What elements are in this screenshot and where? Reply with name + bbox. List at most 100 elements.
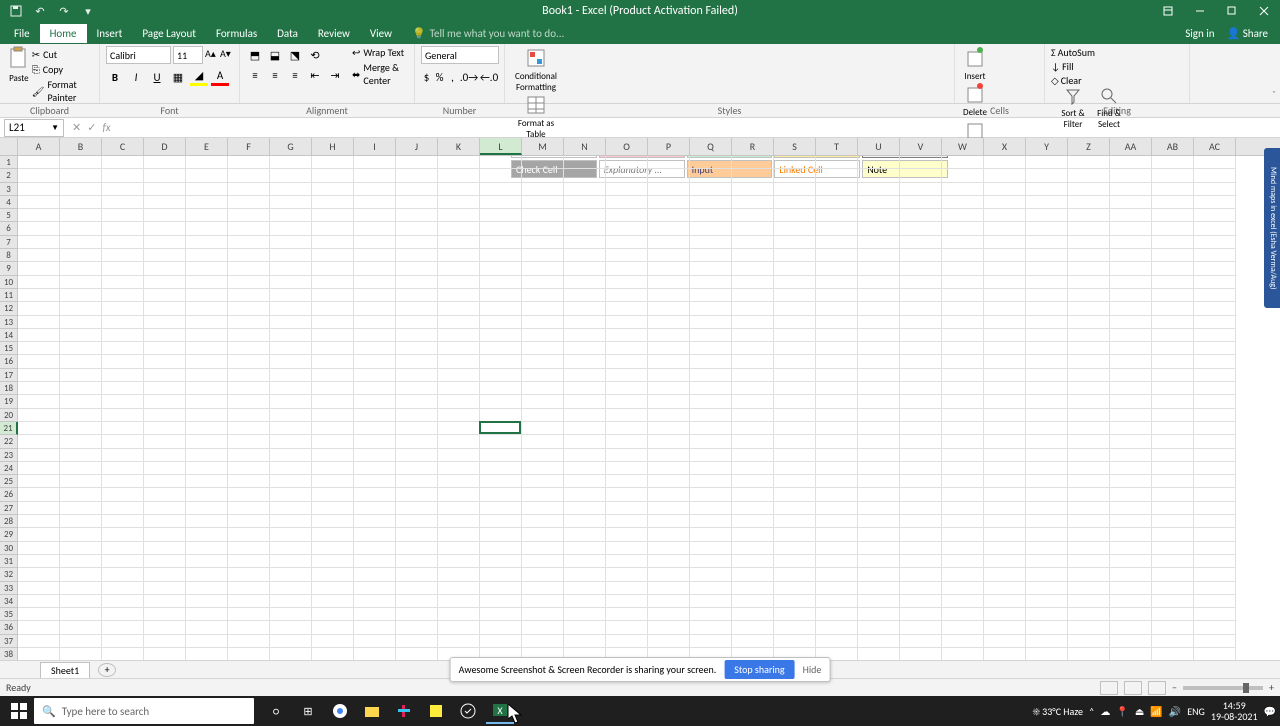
cell-AC20[interactable]	[1194, 409, 1236, 422]
cell-A34[interactable]	[18, 595, 60, 608]
cell-K3[interactable]	[438, 183, 480, 196]
cell-P22[interactable]	[648, 435, 690, 448]
cancel-formula-button[interactable]: ✕	[72, 121, 81, 134]
cell-V26[interactable]	[900, 488, 942, 501]
cell-X5[interactable]	[984, 209, 1026, 222]
cell-J17[interactable]	[396, 369, 438, 382]
cell-I37[interactable]	[354, 635, 396, 648]
row-header-5[interactable]: 5	[0, 209, 18, 222]
cell-I27[interactable]	[354, 502, 396, 515]
cell-A31[interactable]	[18, 555, 60, 568]
cell-AA1[interactable]	[1110, 156, 1152, 169]
cell-O19[interactable]	[606, 395, 648, 408]
cell-R1[interactable]	[732, 156, 774, 169]
cell-E22[interactable]	[186, 435, 228, 448]
cell-V38[interactable]	[900, 648, 942, 660]
cell-AB38[interactable]	[1152, 648, 1194, 660]
cell-I3[interactable]	[354, 183, 396, 196]
cell-X14[interactable]	[984, 329, 1026, 342]
cell-F35[interactable]	[228, 608, 270, 621]
cell-A23[interactable]	[18, 449, 60, 462]
cell-O9[interactable]	[606, 262, 648, 275]
cell-H23[interactable]	[312, 449, 354, 462]
cell-F14[interactable]	[228, 329, 270, 342]
cell-P9[interactable]	[648, 262, 690, 275]
cell-AB7[interactable]	[1152, 236, 1194, 249]
row-header-33[interactable]: 33	[0, 582, 18, 595]
cell-AC11[interactable]	[1194, 289, 1236, 302]
cell-W36[interactable]	[942, 621, 984, 634]
cell-AC30[interactable]	[1194, 542, 1236, 555]
row-header-22[interactable]: 22	[0, 435, 18, 448]
font-color-button[interactable]: A	[211, 68, 229, 86]
view-page-layout-button[interactable]	[1124, 681, 1142, 695]
cell-AA16[interactable]	[1110, 355, 1152, 368]
cell-C25[interactable]	[102, 475, 144, 488]
cell-AC7[interactable]	[1194, 236, 1236, 249]
row-header-32[interactable]: 32	[0, 568, 18, 581]
cell-L19[interactable]	[480, 395, 522, 408]
cell-M27[interactable]	[522, 502, 564, 515]
cell-J29[interactable]	[396, 528, 438, 541]
cell-T21[interactable]	[816, 422, 858, 435]
cell-M29[interactable]	[522, 528, 564, 541]
cell-K5[interactable]	[438, 209, 480, 222]
cell-S28[interactable]	[774, 515, 816, 528]
cell-X18[interactable]	[984, 382, 1026, 395]
cell-AB8[interactable]	[1152, 249, 1194, 262]
cell-U19[interactable]	[858, 395, 900, 408]
row-header-18[interactable]: 18	[0, 382, 18, 395]
cell-Q12[interactable]	[690, 302, 732, 315]
cell-AA36[interactable]	[1110, 621, 1152, 634]
cell-S13[interactable]	[774, 316, 816, 329]
cell-H27[interactable]	[312, 502, 354, 515]
cell-W7[interactable]	[942, 236, 984, 249]
cell-B24[interactable]	[60, 462, 102, 475]
cell-I33[interactable]	[354, 582, 396, 595]
cell-A38[interactable]	[18, 648, 60, 660]
cell-O22[interactable]	[606, 435, 648, 448]
cell-J4[interactable]	[396, 196, 438, 209]
cell-S35[interactable]	[774, 608, 816, 621]
cell-P13[interactable]	[648, 316, 690, 329]
cell-K35[interactable]	[438, 608, 480, 621]
increase-font-button[interactable]: A▴	[205, 47, 218, 63]
cell-H3[interactable]	[312, 183, 354, 196]
cell-K37[interactable]	[438, 635, 480, 648]
cell-AA2[interactable]	[1110, 169, 1152, 182]
cell-Z9[interactable]	[1068, 262, 1110, 275]
number-format-combo[interactable]	[421, 46, 499, 64]
cell-G36[interactable]	[270, 621, 312, 634]
cell-F5[interactable]	[228, 209, 270, 222]
cell-D1[interactable]	[144, 156, 186, 169]
cell-AA17[interactable]	[1110, 369, 1152, 382]
sheet-tab-sheet1[interactable]: Sheet1	[40, 662, 90, 678]
cell-N14[interactable]	[564, 329, 606, 342]
cell-W20[interactable]	[942, 409, 984, 422]
cell-X11[interactable]	[984, 289, 1026, 302]
cell-Y7[interactable]	[1026, 236, 1068, 249]
cell-N7[interactable]	[564, 236, 606, 249]
cell-A21[interactable]	[18, 422, 60, 435]
cell-AB21[interactable]	[1152, 422, 1194, 435]
cell-N20[interactable]	[564, 409, 606, 422]
cell-P35[interactable]	[648, 608, 690, 621]
cell-E1[interactable]	[186, 156, 228, 169]
cell-Y4[interactable]	[1026, 196, 1068, 209]
cell-M28[interactable]	[522, 515, 564, 528]
cell-V5[interactable]	[900, 209, 942, 222]
cell-B35[interactable]	[60, 608, 102, 621]
cell-U28[interactable]	[858, 515, 900, 528]
cell-Z23[interactable]	[1068, 449, 1110, 462]
cell-X34[interactable]	[984, 595, 1026, 608]
cell-AC15[interactable]	[1194, 342, 1236, 355]
cell-U16[interactable]	[858, 355, 900, 368]
cell-Z20[interactable]	[1068, 409, 1110, 422]
col-header-I[interactable]: I	[354, 138, 396, 155]
cell-S27[interactable]	[774, 502, 816, 515]
cell-T14[interactable]	[816, 329, 858, 342]
col-header-L[interactable]: L	[480, 138, 522, 155]
cell-W6[interactable]	[942, 222, 984, 235]
cell-M11[interactable]	[522, 289, 564, 302]
cell-L15[interactable]	[480, 342, 522, 355]
